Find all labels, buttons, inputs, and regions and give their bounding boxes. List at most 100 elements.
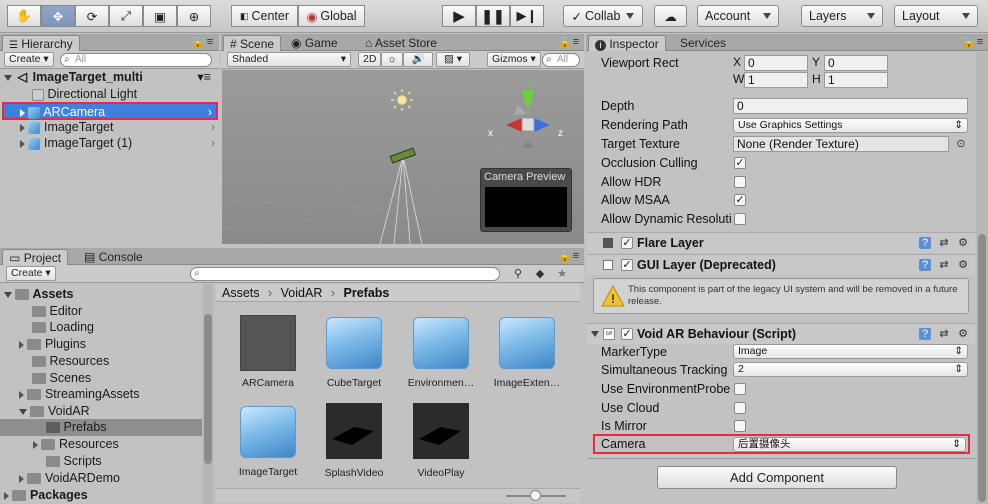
object-picker-icon[interactable]: ⊙ — [955, 138, 967, 150]
flare-layer-enabled-checkbox[interactable]: ✓ — [621, 237, 633, 249]
gear-icon[interactable]: ⚙ — [957, 259, 969, 271]
gui-layer-enabled-checkbox[interactable]: ✓ — [621, 259, 633, 271]
pivot-center-button[interactable]: ◧ Center — [231, 5, 298, 27]
viewport-x-field[interactable]: 0 — [744, 55, 808, 71]
preset-icon[interactable]: ⇄ — [938, 259, 950, 271]
icon-size-slider-thumb[interactable] — [530, 490, 541, 501]
void-ar-enabled-checkbox[interactable]: ✓ — [621, 328, 633, 340]
is-mirror-checkbox[interactable] — [734, 420, 746, 432]
use-cloud-checkbox[interactable] — [734, 402, 746, 414]
hierarchy-search-input[interactable]: ⌕ All — [60, 53, 212, 67]
transform-tool-button[interactable]: ⊕ — [177, 5, 211, 27]
panel-menu-icon[interactable]: ≡ — [570, 250, 582, 262]
create-button[interactable]: Create ▾ — [4, 52, 54, 67]
2d-toggle[interactable]: 2D — [358, 52, 382, 67]
filter-type-icon[interactable]: ⚲ — [512, 268, 524, 280]
asset-imageextension[interactable]: ImageExten… — [482, 317, 572, 389]
lock-icon[interactable]: 🔒 — [558, 251, 572, 263]
allow-dynamic-checkbox[interactable] — [734, 213, 746, 225]
help-icon[interactable]: ? — [919, 328, 931, 340]
cloud-button[interactable]: ☁ — [654, 5, 687, 27]
allow-msaa-checkbox[interactable]: ✓ — [734, 194, 746, 206]
rotate-tool-button[interactable]: ⟳ — [75, 5, 109, 27]
rendering-path-dropdown[interactable]: Use Graphics Settings ⇕ — [733, 118, 968, 133]
shading-dropdown[interactable]: Shaded ▾ — [227, 52, 351, 67]
row-menu-icon[interactable]: ▾≡ — [197, 69, 211, 86]
tree-scroll-thumb[interactable] — [204, 314, 212, 464]
camera-dropdown[interactable]: 后置摄像头 ⇕ — [733, 437, 966, 452]
tab-hierarchy[interactable]: ☰ Hierarchy — [2, 35, 80, 51]
tab-game[interactable]: ◉ Game — [285, 35, 344, 51]
scene-search-input[interactable]: ⌕ All — [542, 53, 580, 67]
lighting-toggle[interactable]: ☼ — [381, 52, 403, 67]
target-texture-field[interactable]: None (Render Texture) — [733, 136, 949, 152]
occlusion-culling-checkbox[interactable]: ✓ — [734, 157, 746, 169]
scene-viewport[interactable]: y x z Camera Preview — [222, 70, 584, 244]
hierarchy-item-imagetarget-1[interactable]: ImageTarget (1) › — [20, 135, 219, 152]
preset-icon[interactable]: ⇄ — [938, 237, 950, 249]
folder-resources[interactable]: Resources — [32, 353, 109, 370]
depth-field[interactable]: 0 — [733, 98, 968, 114]
inspector-scroll-thumb[interactable] — [978, 234, 986, 502]
effects-dropdown[interactable]: ▨ ▾ — [436, 52, 470, 67]
project-search-input[interactable]: ⌕ — [190, 267, 500, 281]
scale-tool-button[interactable]: ⤢ — [109, 5, 143, 27]
orientation-gizmo[interactable] — [506, 90, 550, 148]
pause-button[interactable]: ❚❚ — [476, 5, 510, 27]
collab-dropdown[interactable]: ✓ Collab — [563, 5, 643, 27]
filter-label-icon[interactable]: ◆ — [534, 268, 546, 280]
space-global-button[interactable]: ◉ Global — [298, 5, 365, 27]
tree-scrollbar[interactable] — [203, 284, 213, 504]
folder-scenes[interactable]: Scenes — [32, 370, 91, 387]
panel-menu-icon[interactable]: ≡ — [570, 36, 582, 48]
panel-menu-icon[interactable]: ≡ — [974, 36, 986, 48]
breadcrumb-prefabs[interactable]: Prefabs — [344, 286, 390, 300]
lock-icon[interactable]: 🔒 — [558, 37, 572, 49]
asset-arcamera[interactable]: ARCamera — [223, 315, 313, 389]
folder-voidar-resources[interactable]: Resources — [33, 436, 119, 453]
folder-loading[interactable]: Loading — [32, 319, 94, 336]
use-env-probe-checkbox[interactable] — [734, 383, 746, 395]
gear-icon[interactable]: ⚙ — [957, 328, 969, 340]
tab-console[interactable]: ▤ Console — [78, 249, 149, 265]
tab-inspector[interactable]: i Inspector — [588, 35, 666, 51]
help-icon[interactable]: ? — [919, 259, 931, 271]
hierarchy-item-arcamera[interactable]: ARCamera › — [2, 102, 218, 120]
hierarchy-item-directional-light[interactable]: Directional Light — [32, 86, 137, 103]
account-dropdown[interactable]: Account — [697, 5, 779, 27]
tab-scene[interactable]: # Scene — [223, 35, 282, 51]
folder-prefabs[interactable]: Prefabs — [0, 419, 202, 436]
folder-voidar[interactable]: VoidAR — [19, 403, 90, 420]
tab-services[interactable]: Services — [674, 35, 732, 51]
folder-assets[interactable]: Assets — [4, 286, 74, 303]
layers-dropdown[interactable]: Layers — [801, 5, 883, 27]
simultaneous-tracking-dropdown[interactable]: 2 ⇕ — [733, 362, 968, 377]
gui-layer-header[interactable]: ✓ GUI Layer (Deprecated) ? ⇄ ⚙ — [587, 254, 975, 275]
asset-imagetarget[interactable]: ImageTarget — [223, 406, 313, 478]
rect-tool-button[interactable]: ▣ — [143, 5, 177, 27]
folder-scripts[interactable]: Scripts — [46, 453, 102, 470]
move-tool-button[interactable]: ✥ — [41, 5, 75, 27]
gizmos-dropdown[interactable]: Gizmos ▾ — [487, 52, 541, 67]
folder-plugins[interactable]: Plugins — [19, 336, 86, 353]
help-icon[interactable]: ? — [919, 237, 931, 249]
folder-packages[interactable]: Packages — [4, 487, 88, 504]
play-button[interactable]: ▶ — [442, 5, 476, 27]
breadcrumb-voidar[interactable]: VoidAR — [281, 286, 323, 300]
void-ar-header[interactable]: c# ✓ Void AR Behaviour (Script) ? ⇄ ⚙ — [587, 323, 975, 344]
asset-videoplay[interactable]: VideoPlay — [396, 403, 486, 479]
add-component-button[interactable]: Add Component — [657, 466, 897, 489]
flare-layer-header[interactable]: ✓ Flare Layer ? ⇄ ⚙ — [587, 232, 975, 253]
marker-type-dropdown[interactable]: Image ⇕ — [733, 344, 968, 359]
favorite-star-icon[interactable]: ★ — [556, 268, 568, 280]
project-create-button[interactable]: Create ▾ — [6, 266, 56, 281]
scene-root-row[interactable]: ◁ ImageTarget_multi ▾≡ — [4, 69, 219, 86]
folder-streamingassets[interactable]: StreamingAssets — [19, 386, 139, 403]
lock-icon[interactable]: 🔒 — [191, 37, 205, 49]
folder-voidardemo[interactable]: VoidARDemo — [19, 470, 120, 487]
step-button[interactable]: ▶❙ — [510, 5, 544, 27]
tab-project[interactable]: ▭ Project — [2, 249, 69, 265]
breadcrumb-assets[interactable]: Assets — [222, 286, 260, 300]
collapse-icon[interactable] — [591, 331, 599, 337]
preset-icon[interactable]: ⇄ — [938, 328, 950, 340]
